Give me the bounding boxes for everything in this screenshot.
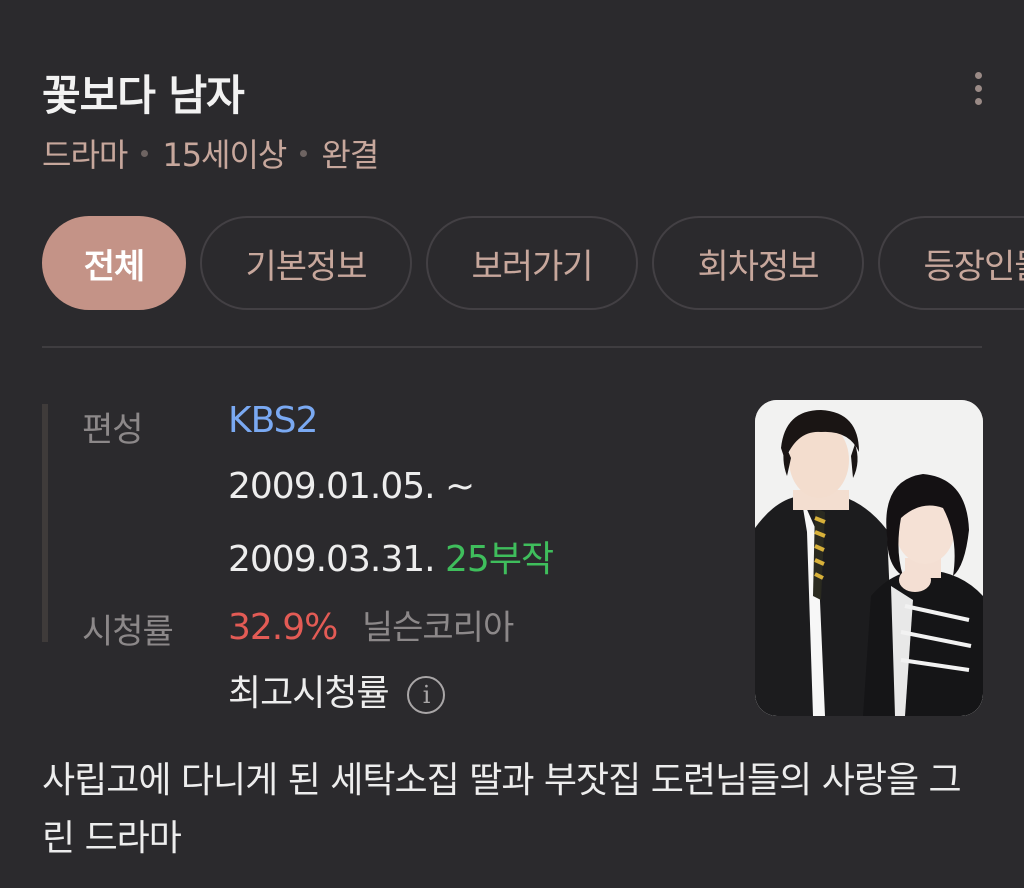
rating-line: 32.9% 닐슨코리아 <box>228 600 514 649</box>
tab-all[interactable]: 전체 <box>42 216 186 310</box>
rating-source: 닐슨코리아 <box>361 608 514 648</box>
drama-info-card: 꽃보다 남자 드라마 15세이상 완결 전체 기본정보 보러가기 회차정보 등장… <box>0 0 1024 888</box>
tab-basic-info[interactable]: 기본정보 <box>200 216 412 310</box>
divider <box>42 346 982 348</box>
broadcaster-link[interactable]: KBS2 <box>228 400 318 441</box>
episode-count: 25부작 <box>445 539 554 580</box>
rating-label: 시청률 <box>82 612 174 652</box>
air-date-line: 2009.03.31. 25부작 <box>228 530 554 582</box>
rating-value: 32.9% <box>228 607 338 648</box>
more-options-icon[interactable] <box>962 66 994 110</box>
air-date-end: 2009.03.31. <box>228 539 436 580</box>
broadcast-label: 편성 <box>82 410 144 450</box>
drama-poster-image[interactable] <box>755 400 983 716</box>
poster-illustration <box>755 400 983 716</box>
genre-label: 드라마 <box>42 136 128 174</box>
tab-watch[interactable]: 보러가기 <box>426 216 638 310</box>
meta-line: 드라마 15세이상 완결 <box>42 130 379 176</box>
page-title: 꽃보다 남자 <box>42 71 245 120</box>
info-accent-bar <box>42 404 48 642</box>
info-icon[interactable]: i <box>407 676 446 714</box>
tab-episodes[interactable]: 회차정보 <box>652 216 864 310</box>
peak-rating-label: 최고시청률 <box>228 673 390 714</box>
tab-bar: 전체 기본정보 보러가기 회차정보 등장인물 <box>42 216 1024 310</box>
tab-cast[interactable]: 등장인물 <box>878 216 1024 310</box>
description-text: 사립고에 다니게 된 세탁소집 딸과 부잣집 도련님들의 사랑을 그린 드라마 <box>42 760 962 859</box>
air-date-start: 2009.01.05. ~ <box>228 466 475 507</box>
age-rating-label: 15세이상 <box>162 136 287 174</box>
separator-dot <box>141 149 149 157</box>
status-label: 완결 <box>321 136 379 174</box>
separator-dot <box>300 149 308 157</box>
rating-note-line: 최고시청률 i <box>228 664 446 716</box>
